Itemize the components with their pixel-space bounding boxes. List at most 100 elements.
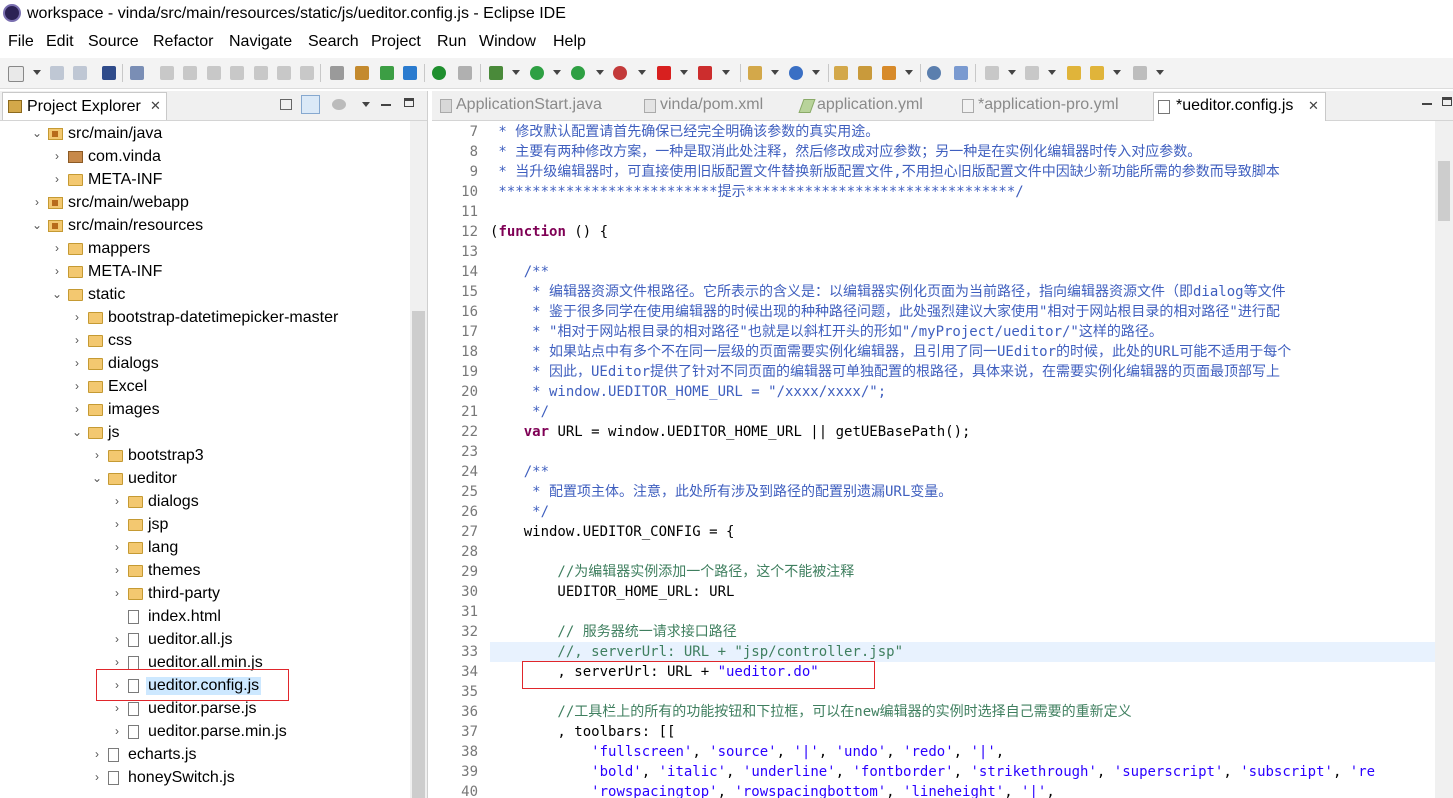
code-line[interactable]: //为编辑器实例添加一个路径，这个不能被注释 [490,562,854,582]
tree-item[interactable]: ⌄ src/main/java [0,124,410,146]
external-tools-icon[interactable] [613,66,627,80]
coverage-dropdown-arrow[interactable] [596,70,604,75]
tree-item[interactable]: › images [0,400,410,422]
drop-to-frame-icon[interactable] [330,66,344,80]
server-dropdown-arrow[interactable] [722,70,730,75]
new-icon[interactable] [8,66,24,82]
run-icon[interactable] [530,66,544,80]
search-dropdown-arrow[interactable] [905,70,913,75]
tree-item[interactable]: › third-party [0,584,410,606]
maximize-icon[interactable] [404,98,414,107]
chevron-right-icon[interactable]: › [111,701,123,715]
chevron-right-icon[interactable]: › [111,540,123,554]
tree-item[interactable]: ⌄ src/main/resources [0,216,410,238]
terminate-icon[interactable] [207,66,221,80]
tab-applicationstart-java[interactable]: ApplicationStart.java [440,94,620,120]
explorer-scrollbar[interactable] [410,121,427,798]
menu-edit[interactable]: Edit [46,33,74,51]
open-type-icon[interactable] [834,66,848,80]
code-line[interactable]: , toolbars: [[ [490,722,675,742]
open-perspective-icon[interactable] [954,66,968,80]
chevron-right-icon[interactable]: › [51,149,63,163]
code-line[interactable]: * 如果站点中有多个不在同一层级的页面需要实例化编辑器，且引用了同一UEdito… [490,342,1291,362]
code-line[interactable]: * 编辑器资源文件根路径。它所表示的含义是：以编辑器实例化页面为当前路径，指向编… [490,282,1285,302]
code-line[interactable]: * 修改默认配置请首先确保已经完全明确该参数的真实用途。 [490,122,879,142]
new-class-dropdown-arrow[interactable] [812,70,820,75]
chevron-right-icon[interactable]: › [91,747,103,761]
chevron-right-icon[interactable]: › [71,402,83,416]
use-step-filters-icon[interactable] [355,66,369,80]
code-line[interactable]: */ [490,502,549,522]
tree-item[interactable]: › jsp [0,515,410,537]
code-line[interactable]: * 鉴于很多同学在使用编辑器的时候出现的种种路径问题，此处强烈建议大家使用"相对… [490,302,1280,322]
console-icon[interactable] [102,66,116,80]
code-line[interactable]: // 服务器统一请求接口路径 [490,622,736,642]
tree-item[interactable]: › ueditor.parse.js [0,699,410,721]
code-area[interactable]: * 修改默认配置请首先确保已经完全明确该参数的真实用途。 * 主要有两种修改方案… [490,121,1435,798]
chevron-right-icon[interactable]: › [111,563,123,577]
debug-dropdown-arrow[interactable] [512,70,520,75]
chevron-right-icon[interactable]: › [31,195,43,209]
tree-item[interactable]: ⌄ js [0,423,410,445]
tree-item[interactable]: › echarts.js [0,745,410,767]
pen-icon[interactable] [458,66,472,80]
tree-item[interactable]: › mappers [0,239,410,261]
editor-maximize-icon[interactable] [1442,97,1452,106]
code-line[interactable]: * 当升级编辑器时，可直接使用旧版配置文件替换新版配置文件,不用担心旧版配置文件… [490,162,1279,182]
menu-navigate[interactable]: Navigate [229,33,292,51]
tree-item[interactable]: › css [0,331,410,353]
tab-project-explorer[interactable]: Project Explorer ✕ [2,92,167,120]
annotation-icon[interactable] [403,66,417,80]
chevron-right-icon[interactable]: › [71,310,83,324]
menu-help[interactable]: Help [553,33,586,51]
chevron-down-icon[interactable]: ⌄ [71,425,83,439]
back-dropdown-arrow[interactable] [1113,70,1121,75]
view-menu-icon[interactable] [362,102,370,107]
next-annotation-icon[interactable] [985,66,999,80]
tree-item[interactable]: ⌄ ueditor [0,469,410,491]
new-project-dropdown-arrow[interactable] [771,70,779,75]
tab-pom-xml[interactable]: vinda/pom.xml [644,94,774,120]
tree-item[interactable]: › bootstrap-datetimepicker-master [0,308,410,330]
code-line[interactable]: 'bold', 'italic', 'underline', 'fontbord… [490,762,1375,782]
menu-refactor[interactable]: Refactor [153,33,213,51]
code-line[interactable]: * window.UEDITOR_HOME_URL = "/xxxx/xxxx/… [490,382,886,402]
menu-search[interactable]: Search [308,33,359,51]
tab-application-pro-yml[interactable]: *application-pro.yml [962,94,1142,120]
tree-item[interactable]: › META-INF [0,262,410,284]
tree-item[interactable]: › themes [0,561,410,583]
chevron-right-icon[interactable]: › [111,724,123,738]
chevron-right-icon[interactable]: › [111,517,123,531]
search-icon[interactable] [882,66,896,80]
suspend-icon[interactable] [183,66,197,80]
monitor-icon[interactable] [380,66,394,80]
step-over-icon[interactable] [277,66,291,80]
code-line[interactable]: * 主要有两种修改方案，一种是取消此处注释，然后修改成对应参数；另一种是在实例化… [490,142,1201,162]
tree-item[interactable]: › dialogs [0,492,410,514]
chevron-right-icon[interactable]: › [51,241,63,255]
step-return-icon[interactable] [300,66,314,80]
chevron-right-icon[interactable]: › [51,264,63,278]
external-tools-dropdown-arrow[interactable] [638,70,646,75]
new-java-project-icon[interactable] [748,66,762,80]
tree-item[interactable]: › honeySwitch.js [0,768,410,790]
editor-minimize-icon[interactable] [1422,103,1432,105]
code-line[interactable]: 'rowspacingtop', 'rowspacingbottom', 'li… [490,782,1055,798]
code-line[interactable]: var URL = window.UEDITOR_HOME_URL || get… [490,422,971,442]
code-line[interactable]: /** [490,262,549,282]
collapse-all-icon[interactable] [280,99,292,110]
tree-item[interactable]: › Excel [0,377,410,399]
tab-ueditor-config-js[interactable]: *ueditor.config.js ✕ [1153,92,1326,121]
debug-icon[interactable] [489,66,503,80]
editor-scrollbar-thumb[interactable] [1438,161,1450,221]
tree-item[interactable]: › com.vinda [0,147,410,169]
chevron-right-icon[interactable]: › [71,379,83,393]
chevron-right-icon[interactable]: › [71,333,83,347]
forward-icon[interactable] [1133,66,1147,80]
code-line[interactable]: (function () { [490,222,608,242]
save-all-icon[interactable] [73,66,87,80]
link-with-editor-icon[interactable] [301,95,320,114]
last-edit-location-icon[interactable] [1067,66,1081,80]
disconnect-icon[interactable] [230,66,244,80]
skip-breakpoints-icon[interactable] [130,66,144,80]
